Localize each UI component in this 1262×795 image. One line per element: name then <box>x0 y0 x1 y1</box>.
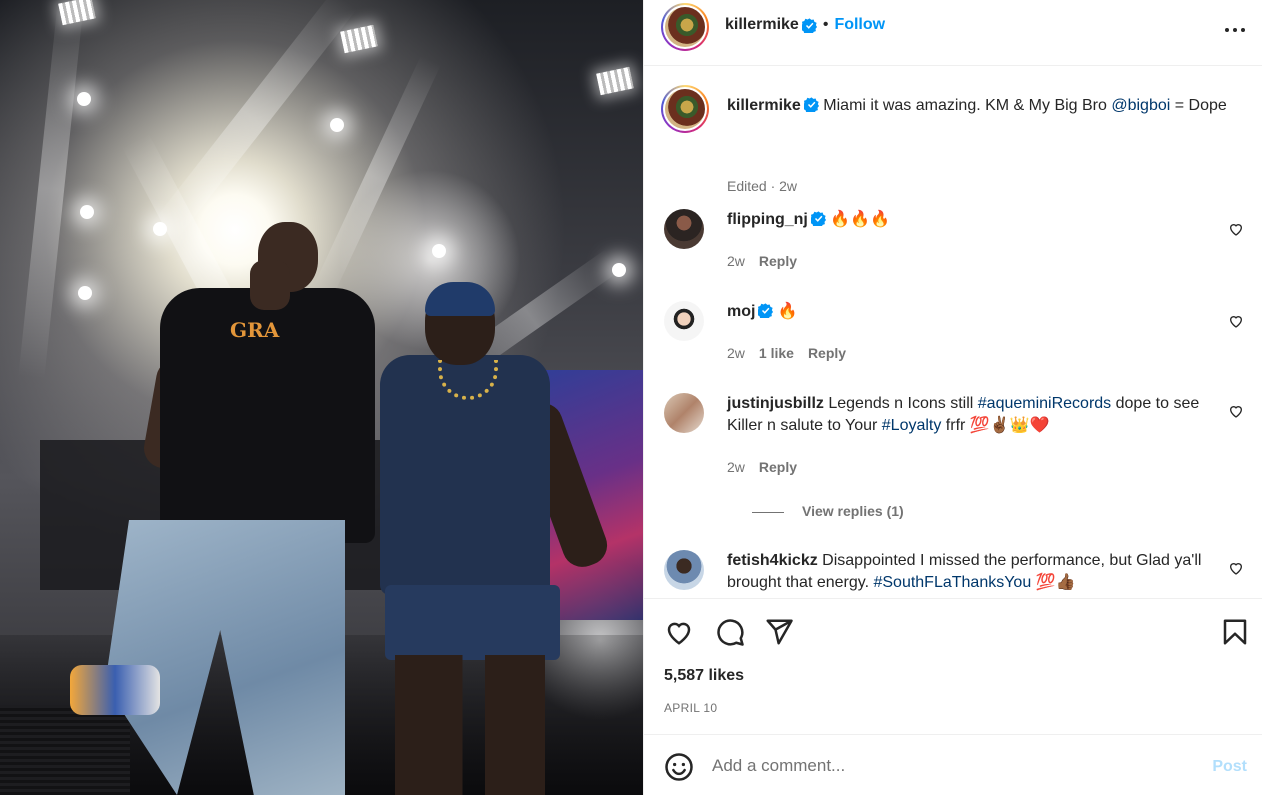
caption-mention-link[interactable]: @bigboi <box>1111 97 1170 114</box>
post-comment-button[interactable]: Post <box>1212 758 1247 776</box>
like-comment-heart-icon[interactable] <box>1228 221 1244 237</box>
more-horizontal-icon[interactable] <box>1223 18 1247 42</box>
verified-badge-icon <box>801 17 817 33</box>
spotlight <box>432 244 446 258</box>
comment-item: justinjusbillz Legends n Icons still #aq… <box>664 393 1244 523</box>
author-username[interactable]: killermike <box>725 16 799 34</box>
comments-list[interactable]: killermike Miami it was amazing. KM & My… <box>644 67 1262 597</box>
like-comment-heart-icon[interactable] <box>1228 313 1244 329</box>
comment-body: 🔥 <box>777 303 798 320</box>
comment-body: frfr 💯✌🏾👑❤️ <box>941 417 1050 434</box>
author-avatar[interactable] <box>661 3 709 51</box>
performer-left-shoe <box>70 665 160 715</box>
avatar-image <box>665 7 705 47</box>
comment-body: Legends n Icons still <box>828 395 978 412</box>
comment-item: flipping_nj 🔥🔥🔥 2w Reply <box>664 209 1244 279</box>
caption-username[interactable]: killermike <box>727 97 801 114</box>
comment-bubble-icon[interactable] <box>715 617 745 647</box>
verified-badge-icon <box>758 303 774 318</box>
commenter-avatar[interactable] <box>664 393 704 433</box>
spotlight <box>153 222 167 236</box>
hashtag-link[interactable]: #Loyalty <box>882 417 942 434</box>
comment-text: fetish4kickz Disappointed I missed the p… <box>727 550 1227 594</box>
speaker <box>0 705 130 795</box>
reply-button[interactable]: Reply <box>759 253 797 269</box>
comment-text: moj 🔥 <box>727 301 1227 323</box>
spotlight <box>77 92 91 106</box>
performer-left-mic-hand <box>250 260 290 310</box>
caption-avatar[interactable] <box>661 85 709 133</box>
comment-composer: Post <box>644 736 1262 795</box>
commenter-avatar[interactable] <box>664 209 704 249</box>
comment-body: 💯👍🏾 <box>1031 574 1076 591</box>
verified-badge-icon <box>803 97 819 112</box>
comment-meta: 2w 1 like Reply <box>727 345 846 361</box>
stage-light <box>596 66 634 96</box>
avatar-image <box>665 89 705 129</box>
emoji-smiley-icon[interactable] <box>664 752 694 782</box>
hashtag-link[interactable]: #aqueminiRecords <box>978 395 1111 412</box>
shirt-logo: GRA <box>230 318 280 342</box>
caption-text: killermike Miami it was amazing. KM & My… <box>727 95 1227 117</box>
post-date[interactable]: APRIL 10 <box>664 701 717 715</box>
header-separator: • <box>822 16 829 33</box>
comment-time: 2w <box>727 459 745 475</box>
stage-light <box>58 0 96 26</box>
comment-input[interactable] <box>712 750 1182 782</box>
comment-meta: 2w Reply <box>727 459 797 475</box>
performer-right-shorts <box>385 585 560 660</box>
commenter-avatar[interactable] <box>664 550 704 590</box>
view-replies-button[interactable]: View replies (1) <box>752 503 904 519</box>
post-side-panel: killermike • Follow killermike Miami it … <box>643 0 1262 795</box>
performer-right-cap <box>425 282 495 316</box>
commenter-avatar[interactable] <box>664 301 704 341</box>
commenter-username[interactable]: fetish4kickz <box>727 552 818 569</box>
commenter-username[interactable]: justinjusbillz <box>727 395 824 412</box>
save-bookmark-icon[interactable] <box>1220 617 1250 647</box>
caption: killermike Miami it was amazing. KM & My… <box>661 85 1244 194</box>
comment-text: justinjusbillz Legends n Icons still #aq… <box>727 393 1227 437</box>
like-heart-icon[interactable] <box>664 617 694 647</box>
hashtag-link[interactable]: #SouthFLaThanksYou <box>873 574 1031 591</box>
likes-count[interactable]: 5,587 likes <box>664 667 744 685</box>
caption-meta: Edited · 2w <box>727 178 798 194</box>
caption-body-end: = Dope <box>1170 97 1227 114</box>
performer-right-legs <box>395 655 545 795</box>
light-beam <box>311 55 441 301</box>
comment-meta: 2w Reply <box>727 253 797 269</box>
like-comment-heart-icon[interactable] <box>1228 403 1244 419</box>
comment-text: flipping_nj 🔥🔥🔥 <box>727 209 1227 231</box>
comment-item: moj 🔥 2w 1 like Reply <box>664 301 1244 371</box>
comment-time: 2w <box>727 253 745 269</box>
comment-body: 🔥🔥🔥 <box>830 211 891 228</box>
post-actions: 5,587 likes APRIL 10 <box>644 598 1262 735</box>
follow-button[interactable]: Follow <box>834 16 885 34</box>
commenter-username[interactable]: flipping_nj <box>727 211 808 228</box>
reply-button[interactable]: Reply <box>759 459 797 475</box>
comment-item: fetish4kickz Disappointed I missed the p… <box>664 550 1244 597</box>
reply-button[interactable]: Reply <box>808 345 846 361</box>
comment-likes[interactable]: 1 like <box>759 345 794 361</box>
post-photo[interactable]: GRA <box>0 0 643 795</box>
comment-time: 2w <box>727 345 745 361</box>
spotlight <box>78 286 92 300</box>
light-beam <box>18 0 84 380</box>
header-user-line: killermike • Follow <box>725 16 885 34</box>
verified-badge-icon <box>810 211 826 226</box>
spotlight <box>330 118 344 132</box>
stage-light <box>340 24 378 54</box>
like-comment-heart-icon[interactable] <box>1228 560 1244 576</box>
spotlight <box>612 263 626 277</box>
spotlight <box>80 205 94 219</box>
share-paper-plane-icon[interactable] <box>764 617 794 647</box>
post-header: killermike • Follow <box>644 0 1262 66</box>
commenter-username[interactable]: moj <box>727 303 755 320</box>
caption-body: Miami it was amazing. KM & My Big Bro <box>823 97 1112 114</box>
